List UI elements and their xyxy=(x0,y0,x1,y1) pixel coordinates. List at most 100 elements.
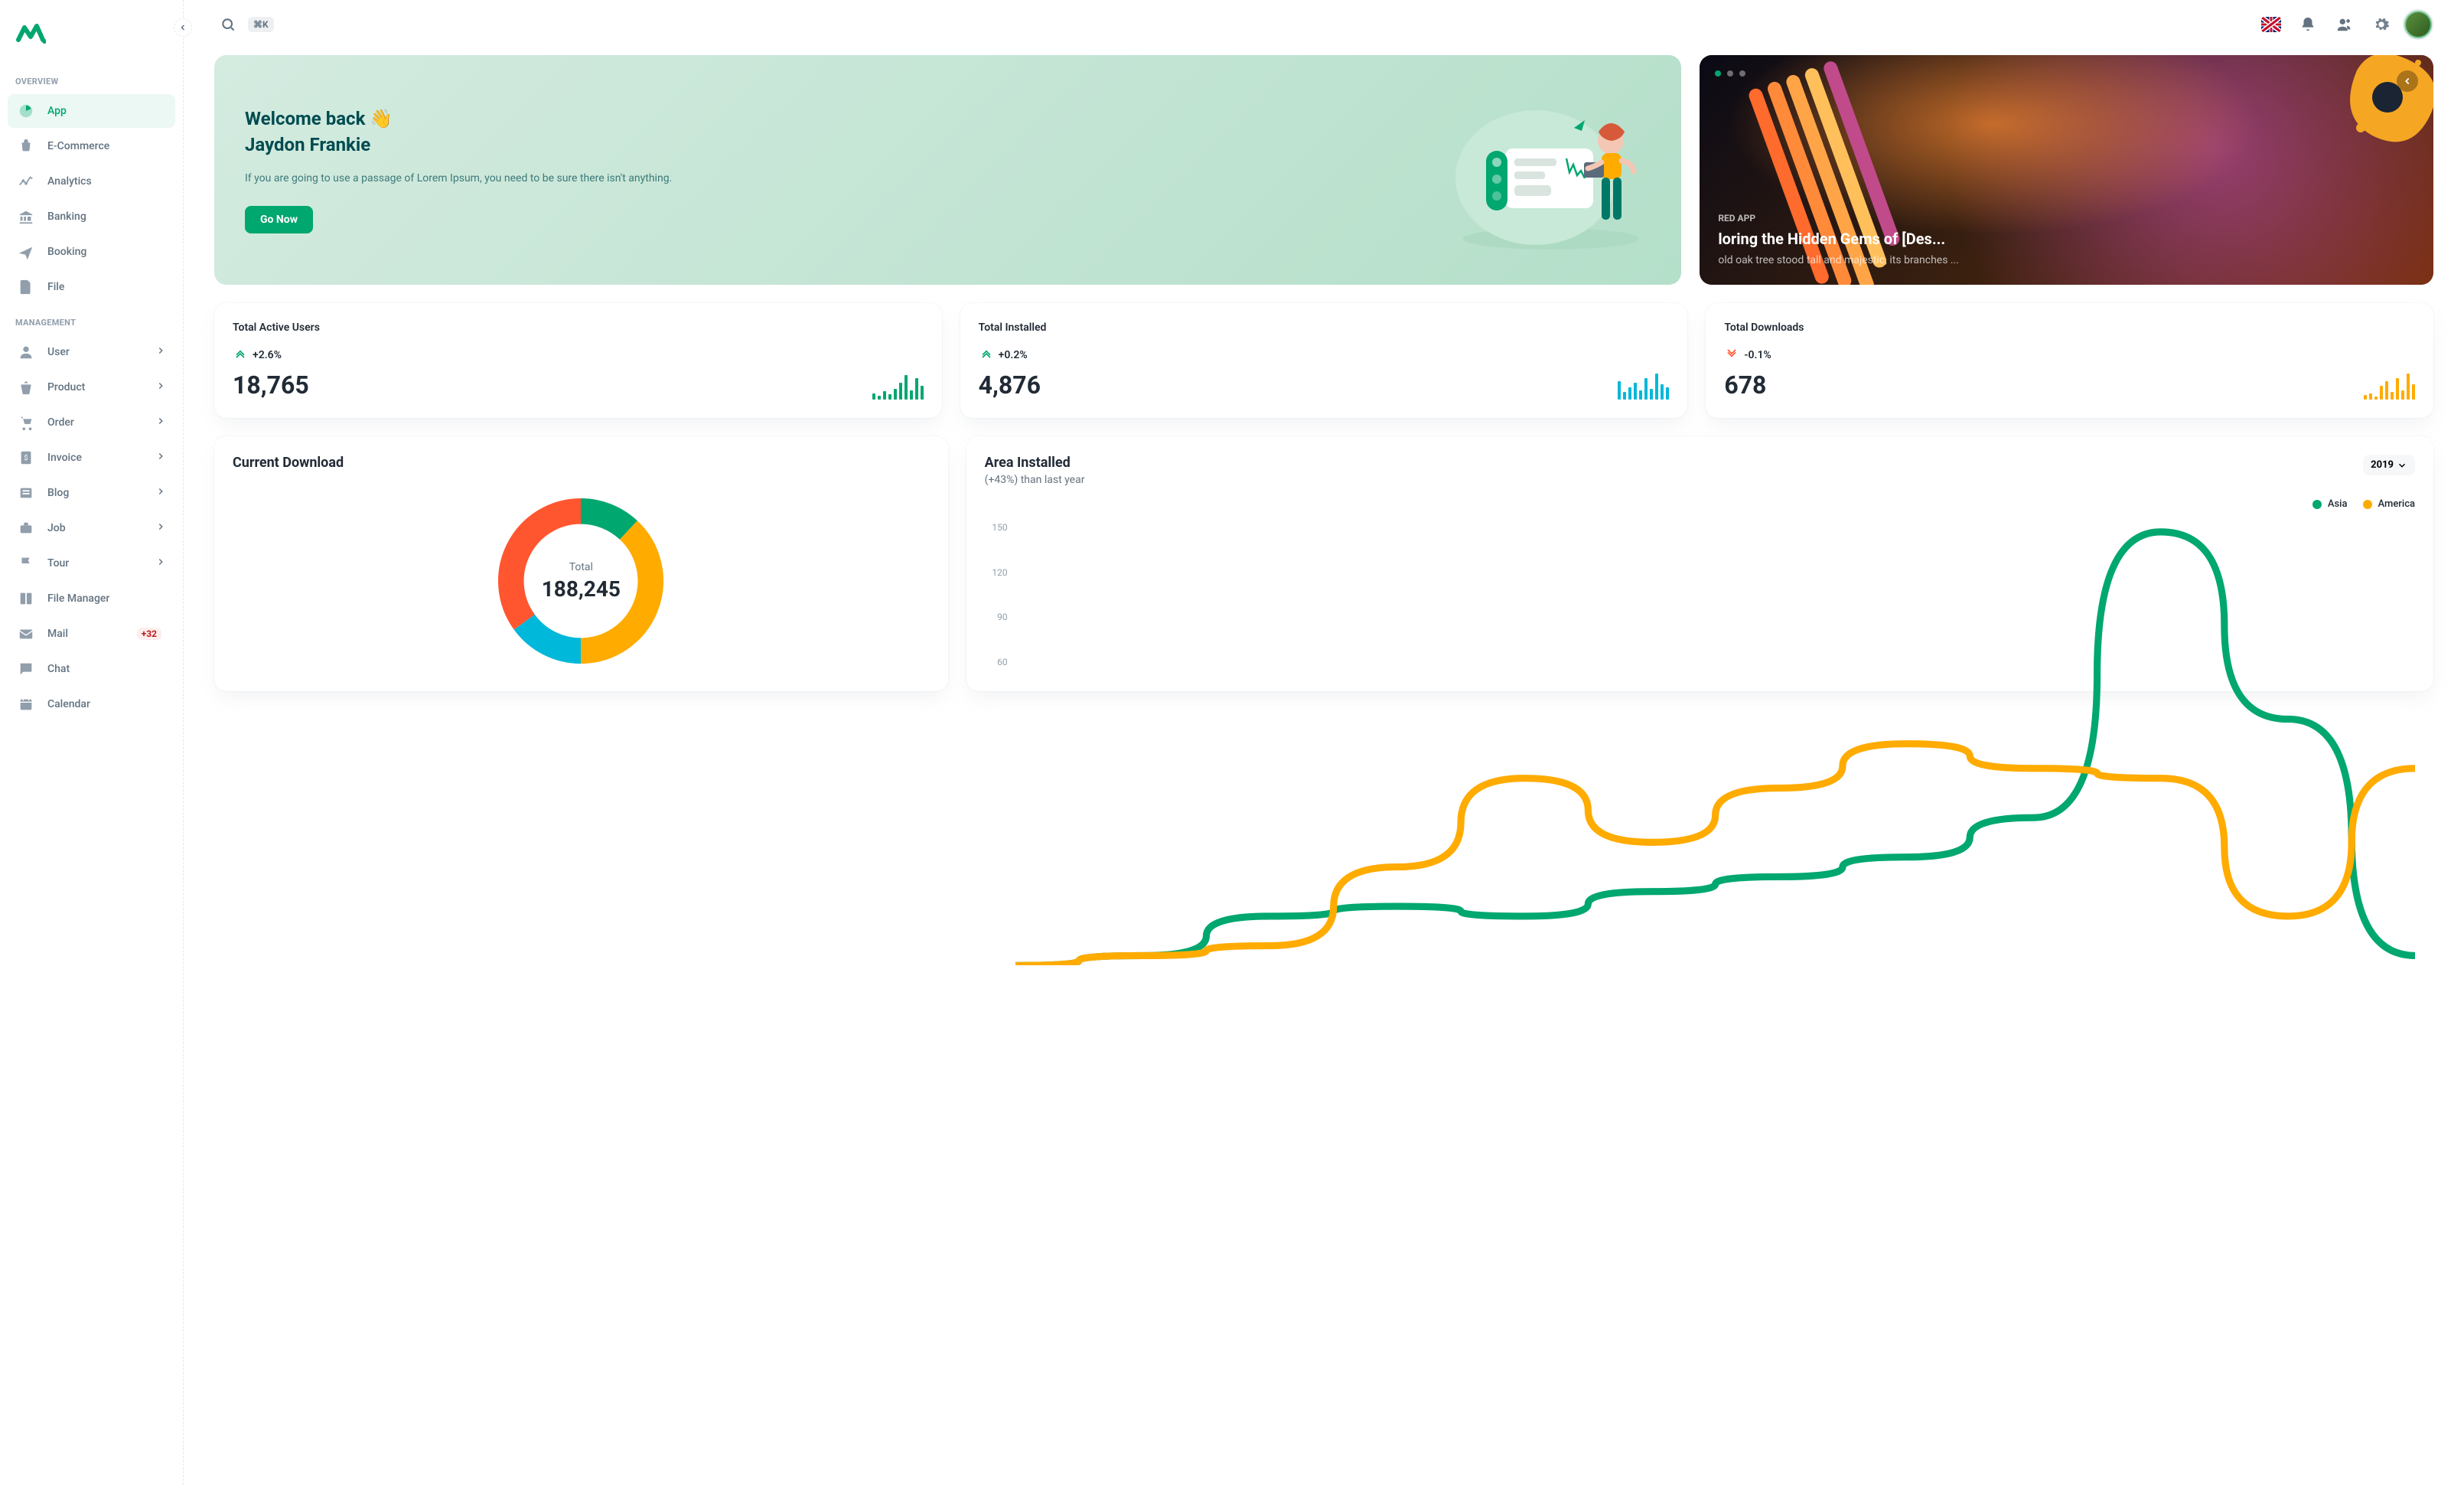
year-select[interactable]: 2019 xyxy=(2363,455,2415,475)
nav-label: App xyxy=(47,105,166,117)
nav-label: File xyxy=(47,281,166,293)
donut-chart: Total 188,245 xyxy=(489,489,673,673)
welcome-description: If you are going to use a passage of Lor… xyxy=(245,170,1433,187)
legend-item: America xyxy=(2363,498,2416,510)
sparkline xyxy=(1618,369,1669,400)
search-button[interactable] xyxy=(214,11,242,38)
sidebar: Overview App E-Commerce Analytics BankingBoo… xyxy=(0,0,184,1485)
sidebar-item-product[interactable]: Product xyxy=(8,370,175,404)
legend-dot xyxy=(2363,500,2372,509)
sparkline xyxy=(872,369,924,400)
nav-label: User xyxy=(47,346,155,358)
carousel-prev-button[interactable] xyxy=(2397,70,2418,92)
chat-icon xyxy=(17,660,35,678)
featured-app-card[interactable]: RED APP loring the Hidden Gems of [Des..… xyxy=(1700,55,2433,285)
contacts-button[interactable] xyxy=(2329,9,2360,40)
section-label: Overview xyxy=(0,64,183,93)
flag-uk-icon xyxy=(2261,17,2281,32)
user-icon xyxy=(17,343,35,361)
nav-label: Product xyxy=(47,381,155,393)
logo[interactable] xyxy=(0,12,183,64)
settings-button[interactable] xyxy=(2366,9,2397,40)
chevron-right-icon xyxy=(155,521,166,535)
chevron-down-icon xyxy=(2397,460,2407,471)
nav-label: Mail xyxy=(47,628,137,640)
chevron-right-icon xyxy=(155,556,166,570)
stat-trend: +2.6% xyxy=(233,346,320,364)
donut-total-label: Total xyxy=(569,561,593,573)
booking-icon xyxy=(17,243,35,261)
topbar: ⌘K xyxy=(184,0,2464,49)
nav-label: Calendar xyxy=(47,698,166,710)
filemanager-icon xyxy=(17,589,35,608)
sidebar-item-blog[interactable]: Blog xyxy=(8,476,175,510)
stat-card: Total Active Users+2.6%18,765 xyxy=(214,303,942,418)
nav-label: Chat xyxy=(47,663,166,675)
sidebar-item-user[interactable]: User xyxy=(8,335,175,369)
trend-down-icon xyxy=(1724,346,1739,364)
section-label: Management xyxy=(0,305,183,334)
stat-label: Total Downloads xyxy=(1724,321,1804,334)
sidebar-item-invoice[interactable]: $ Invoice xyxy=(8,441,175,475)
sparkline xyxy=(2364,369,2415,400)
legend-item: Asia xyxy=(2312,498,2348,510)
sidebar-item-calendar[interactable]: Calendar xyxy=(8,687,175,721)
nav-label: Invoice xyxy=(47,452,155,464)
user-avatar[interactable] xyxy=(2403,9,2433,40)
tour-icon xyxy=(17,554,35,573)
sidebar-item-tour[interactable]: Tour xyxy=(8,547,175,580)
nav-label: Tour xyxy=(47,557,155,570)
search-shortcut: ⌘K xyxy=(248,17,274,32)
sidebar-item-analytics[interactable]: Analytics xyxy=(8,165,175,198)
calendar-icon xyxy=(17,695,35,713)
chevron-right-icon xyxy=(155,345,166,359)
mail-icon xyxy=(17,625,35,643)
sidebar-item-file-manager[interactable]: File Manager xyxy=(8,582,175,615)
sidebar-item-e-commerce[interactable]: E-Commerce xyxy=(8,129,175,163)
chevron-right-icon xyxy=(155,451,166,465)
nav-label: File Manager xyxy=(47,592,166,605)
sidebar-item-chat[interactable]: Chat xyxy=(8,652,175,686)
sidebar-item-order[interactable]: Order xyxy=(8,406,175,439)
nav-label: Order xyxy=(47,416,155,429)
chart-title: Area Installed xyxy=(985,455,1085,471)
stat-trend: -0.1% xyxy=(1724,346,1804,364)
chevron-right-icon xyxy=(155,486,166,500)
sidebar-item-file[interactable]: File xyxy=(8,270,175,304)
stat-trend: +0.2% xyxy=(979,346,1047,364)
carousel-dots[interactable] xyxy=(1715,70,1745,77)
chart-subtitle: (+43%) than last year xyxy=(985,474,1085,486)
chevron-right-icon xyxy=(155,416,166,429)
stat-label: Total Installed xyxy=(979,321,1047,334)
chevron-right-icon xyxy=(155,380,166,394)
sidebar-item-app[interactable]: App xyxy=(8,94,175,128)
nav-label: Analytics xyxy=(47,175,166,188)
trend-up-icon xyxy=(233,346,248,364)
stat-value: 4,876 xyxy=(979,370,1047,400)
cart-icon xyxy=(17,137,35,155)
welcome-title: Welcome back 👋 Jaydon Frankie xyxy=(245,106,1433,158)
sidebar-item-booking[interactable]: Booking xyxy=(8,235,175,269)
notifications-button[interactable] xyxy=(2293,9,2323,40)
stat-card: Total Installed +0.2% 4,876 xyxy=(960,303,1688,418)
sidebar-item-mail[interactable]: Mail+32 xyxy=(8,617,175,651)
svg-text:$: $ xyxy=(24,454,28,462)
nav-label: Blog xyxy=(47,487,155,499)
sidebar-item-banking[interactable]: Banking xyxy=(8,200,175,233)
blog-icon xyxy=(17,484,35,502)
job-icon xyxy=(17,519,35,537)
legend-dot xyxy=(2312,500,2322,509)
order-icon xyxy=(17,413,35,432)
language-button[interactable] xyxy=(2256,9,2286,40)
analytics-icon xyxy=(17,172,35,191)
invoice-icon: $ xyxy=(17,449,35,467)
area-installed-card: Area Installed (+43%) than last year 201… xyxy=(966,436,2433,691)
stat-label: Total Active Users xyxy=(233,321,320,334)
bank-icon xyxy=(17,207,35,226)
file-icon xyxy=(17,278,35,296)
sidebar-item-job[interactable]: Job xyxy=(8,511,175,545)
sidebar-collapse-button[interactable] xyxy=(174,18,192,37)
go-now-button[interactable]: Go Now xyxy=(245,206,313,233)
welcome-illustration xyxy=(1452,86,1651,254)
stat-card: Total Downloads-0.1%678 xyxy=(1706,303,2433,418)
